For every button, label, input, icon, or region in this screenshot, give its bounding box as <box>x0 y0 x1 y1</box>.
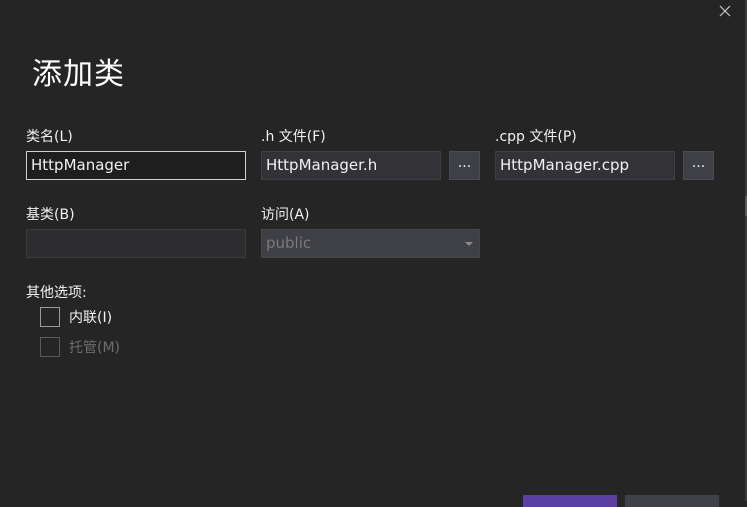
ok-button[interactable] <box>523 495 617 507</box>
other-options-label: 其他选项: <box>26 285 87 301</box>
access-select[interactable]: public <box>261 229 480 258</box>
class-name-input[interactable]: HttpManager <box>26 151 246 180</box>
h-file-input[interactable]: HttpManager.h <box>261 151 441 180</box>
dialog-title: 添加类 <box>32 57 125 92</box>
access-selected-value: public <box>266 234 312 252</box>
chevron-down-icon <box>465 242 473 246</box>
inline-checkbox-label: 内联(I) <box>69 310 113 326</box>
base-class-input[interactable] <box>26 229 246 258</box>
cpp-file-label: .cpp 文件(P) <box>495 129 577 145</box>
class-name-label: 类名(L) <box>26 129 73 145</box>
inline-option[interactable]: 内联(I) <box>40 307 112 327</box>
managed-option: 托管(M) <box>40 337 120 357</box>
cpp-file-browse-button[interactable]: ... <box>683 151 714 180</box>
inline-checkbox[interactable] <box>40 307 60 327</box>
close-button[interactable] <box>717 3 733 19</box>
cpp-file-input[interactable]: HttpManager.cpp <box>495 151 675 180</box>
add-class-dialog: 添加类 类名(L) HttpManager .h 文件(F) HttpManag… <box>0 0 747 507</box>
h-file-label: .h 文件(F) <box>261 129 326 145</box>
managed-checkbox <box>40 337 60 357</box>
access-label: 访问(A) <box>261 207 310 223</box>
cancel-button[interactable] <box>625 495 719 507</box>
base-class-label: 基类(B) <box>26 207 75 223</box>
close-icon <box>719 5 731 17</box>
h-file-browse-button[interactable]: ... <box>449 151 480 180</box>
managed-checkbox-label: 托管(M) <box>69 340 121 356</box>
